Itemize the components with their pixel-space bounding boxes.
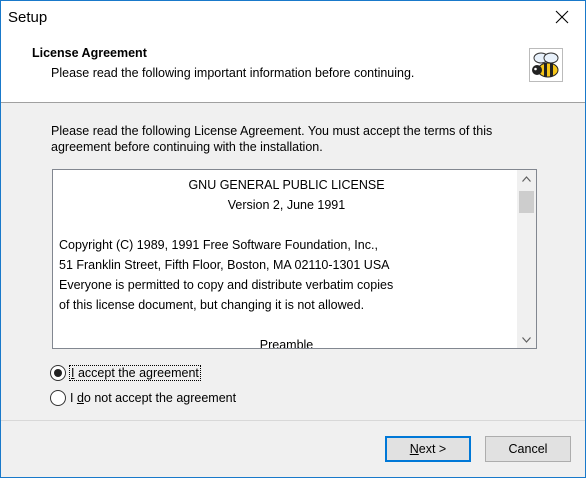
intro-line-2: agreement before continuing with the ins… [51,140,323,154]
decline-radio-option[interactable]: I do not accept the agreement [50,389,236,407]
chevron-up-icon [522,175,531,182]
decline-radio-button[interactable] [50,390,66,406]
bee-icon [529,48,563,82]
setup-window: Setup License Agreement Please read the … [0,0,586,478]
license-line: 51 Franklin Street, Fifth Floor, Boston,… [59,258,390,272]
license-text-box[interactable]: GNU GENERAL PUBLIC LICENSE Version 2, Ju… [52,169,537,349]
license-line: of this license document, but changing i… [59,298,365,312]
accept-radio-label[interactable]: I accept the agreement [69,365,201,381]
cancel-label: Cancel [508,442,548,456]
vertical-scrollbar[interactable] [517,170,536,348]
license-text: GNU GENERAL PUBLIC LICENSE Version 2, Ju… [59,175,514,349]
next-label: ext > [418,442,447,456]
license-line: Copyright (C) 1989, 1991 Free Software F… [59,238,378,252]
close-button[interactable] [539,1,585,33]
next-mnemonic: N [409,442,419,456]
cancel-button[interactable]: Cancel [485,436,571,462]
wizard-header: License Agreement Please read the follow… [1,33,585,103]
page-title: License Agreement [32,46,147,60]
footer-divider [1,420,585,421]
license-line [59,215,514,235]
scroll-up-button[interactable] [517,170,536,187]
accept-label-text: accept the agreement [74,366,199,380]
close-icon [555,10,569,24]
page-subtitle: Please read the following important info… [51,66,415,80]
intro-line-1: Please read the following License Agreem… [51,124,493,138]
license-line: Everyone is permitted to copy and distri… [59,278,394,292]
window-title: Setup [8,9,48,26]
license-line: GNU GENERAL PUBLIC LICENSE [188,178,385,192]
license-line: Preamble [259,338,314,349]
decline-label-prefix: I [70,391,77,405]
next-button[interactable]: Next > [385,436,471,462]
chevron-down-icon [522,336,531,343]
decline-label-mnemonic: d [76,391,84,405]
accept-radio-option[interactable]: I accept the agreement [50,364,201,382]
decline-radio-label[interactable]: I do not accept the agreement [70,391,236,405]
intro-text: Please read the following License Agreem… [51,123,551,155]
accept-radio-button[interactable] [50,365,66,381]
license-line [59,315,514,335]
title-bar: Setup [1,1,585,33]
radio-selected-dot [54,369,62,377]
license-line: Version 2, June 1991 [227,198,346,212]
scroll-down-button[interactable] [517,331,536,348]
decline-label-text: o not accept the agreement [83,391,237,405]
scroll-thumb[interactable] [519,191,534,213]
